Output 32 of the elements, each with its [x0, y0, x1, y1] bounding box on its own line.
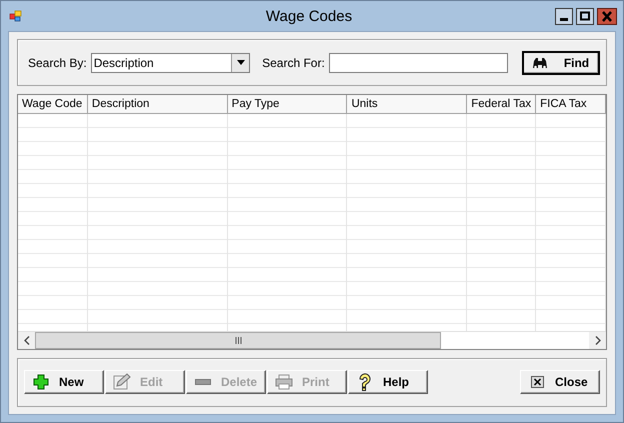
column-header[interactable]: Federal Tax	[467, 95, 536, 114]
column-header[interactable]: Wage Code	[18, 95, 88, 114]
search-for-label: Search For:	[262, 56, 325, 70]
column-header[interactable]: Description	[88, 95, 228, 114]
dropdown-arrow-icon	[236, 60, 245, 66]
help-button[interactable]: Help	[348, 370, 428, 394]
scroll-right-icon[interactable]	[594, 336, 600, 345]
scrollbar-thumb[interactable]	[35, 332, 441, 349]
plus-icon	[33, 374, 49, 390]
maximize-icon[interactable]	[576, 8, 594, 24]
data-grid[interactable]: Wage Code Description Pay Type Units Federal Tax FICA Tax	[17, 94, 607, 350]
app-icon	[9, 10, 23, 22]
search-by-dropdown[interactable]: Description	[90, 52, 250, 73]
pencil-icon	[113, 373, 131, 392]
close-button[interactable]: Close	[520, 370, 600, 394]
grip-icon	[234, 336, 242, 344]
minus-icon	[195, 378, 211, 386]
column-header[interactable]: FICA Tax	[536, 95, 606, 114]
printer-icon	[275, 374, 293, 390]
binoculars-icon	[532, 56, 548, 70]
question-icon	[357, 373, 373, 392]
find-button[interactable]: Find	[522, 50, 600, 75]
close-icon[interactable]	[597, 8, 617, 24]
new-button[interactable]: New	[24, 370, 104, 394]
scroll-left-icon[interactable]	[24, 336, 30, 345]
search-by-label: Search By:	[28, 56, 87, 70]
window-title: Wage Codes	[264, 8, 354, 24]
minimize-icon[interactable]	[555, 8, 573, 24]
close-box-icon	[530, 376, 544, 388]
column-header[interactable]: Pay Type	[228, 95, 348, 114]
search-field[interactable]	[328, 52, 508, 73]
column-header[interactable]: Units	[347, 95, 468, 114]
